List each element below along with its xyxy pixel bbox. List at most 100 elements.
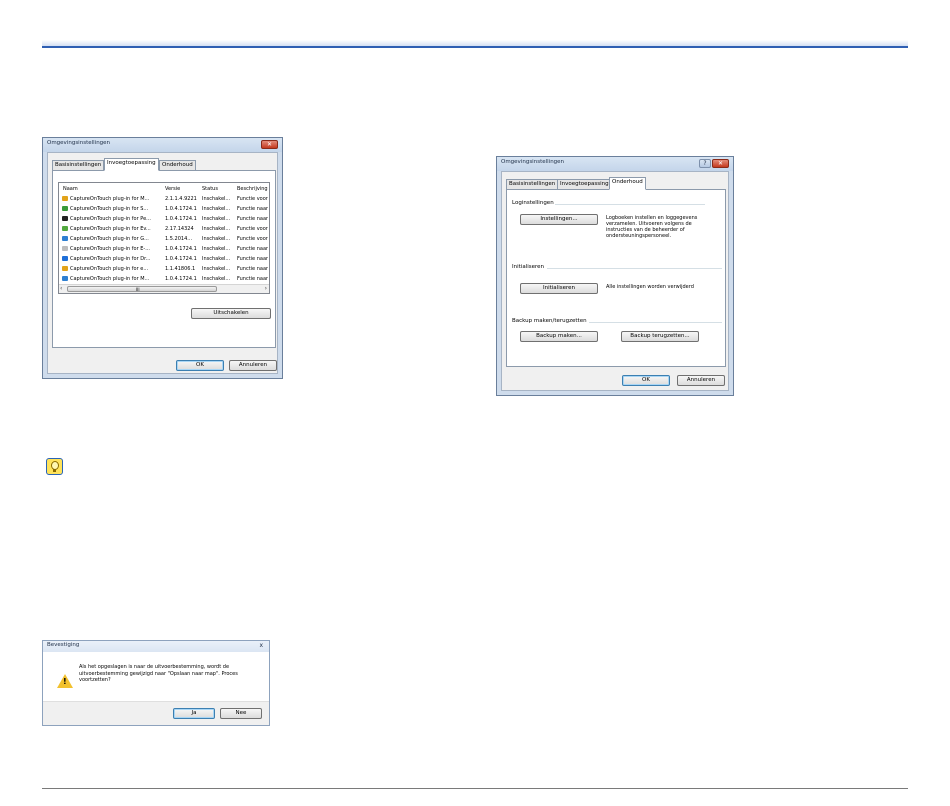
plugin-status: Inschakel... <box>202 226 231 232</box>
plugin-version: 2.17.14324 <box>165 226 194 232</box>
plugin-description: Functie naar <box>237 266 269 272</box>
plugin-icon <box>62 226 68 231</box>
plugin-list[interactable]: Naam Versie Status Beschrijving CaptureO… <box>58 182 270 294</box>
column-header-beschrijving[interactable]: Beschrijving <box>237 184 268 194</box>
confirm-window: Bevestiging x ! Als het opgeslagen is na… <box>42 640 270 726</box>
plugin-description: Functie voor <box>237 196 268 202</box>
window-title: Omgevingsinstellingen <box>47 140 111 146</box>
column-header-status[interactable]: Status <box>202 184 218 194</box>
window-body: Basisinstellingen Invoegtoepassing Onder… <box>501 171 729 391</box>
plugin-description: Functie naar <box>237 246 269 252</box>
cancel-button[interactable]: Annuleren <box>677 375 725 386</box>
init-description: Alle instellingen worden verwijderd <box>606 284 694 290</box>
column-header-naam[interactable]: Naam <box>63 184 78 194</box>
scroll-thumb[interactable]: III <box>67 286 217 292</box>
plugin-version: 1.1.41806.1 <box>165 266 196 272</box>
close-icon[interactable]: ✕ <box>261 140 278 149</box>
plugin-name: CaptureOnTouch plug-in for S... <box>70 206 149 212</box>
plugin-icon <box>62 256 68 261</box>
settings-button[interactable]: Instellingen... <box>520 214 598 225</box>
plugin-name: CaptureOnTouch plug-in for Dr... <box>70 256 151 262</box>
restore-button[interactable]: Backup terugzetten... <box>621 331 699 342</box>
plugin-status: Inschakel... <box>202 216 231 222</box>
window-title: Bevestiging <box>47 642 80 648</box>
log-group-line <box>555 204 705 205</box>
scroll-left-icon[interactable]: ‹ <box>60 285 62 293</box>
ok-button[interactable]: OK <box>622 375 670 386</box>
column-header-versie[interactable]: Versie <box>165 184 180 194</box>
window-title: Omgevingsinstellingen <box>501 159 565 165</box>
log-group-label: Loginstellingen <box>512 200 554 206</box>
plugin-version: 1.0.4.1724.1 <box>165 276 197 282</box>
plugin-name: CaptureOnTouch plug-in for Ev... <box>70 226 151 232</box>
no-button[interactable]: Nee <box>220 708 262 719</box>
plugin-status: Inschakel... <box>202 236 231 242</box>
tab-invoegtoepassing[interactable]: Invoegtoepassing <box>104 158 159 171</box>
plugin-version: 2.1.1.4.9221 <box>165 196 197 202</box>
confirm-message: Als het opgeslagen is naar de uitvoerbes… <box>79 664 238 683</box>
plugin-icon <box>62 276 68 281</box>
plugin-description: Functie naar <box>237 206 269 212</box>
window-body: Basisinstellingen Invoegtoepassing Onder… <box>47 152 278 374</box>
tab-panel: Naam Versie Status Beschrijving CaptureO… <box>52 170 276 348</box>
close-icon[interactable]: ✕ <box>712 159 729 168</box>
yes-button[interactable]: Ja <box>173 708 215 719</box>
disable-button[interactable]: Uitschakelen <box>191 308 271 319</box>
plugin-name: CaptureOnTouch plug-in for G... <box>70 236 149 242</box>
backup-group-label: Backup maken/terugzetten <box>512 318 587 324</box>
table-row[interactable]: CaptureOnTouch plug-in for E-... <box>62 244 162 254</box>
initialize-button[interactable]: Initialiseren <box>520 283 598 294</box>
plugin-status: Inschakel... <box>202 266 231 272</box>
plugin-icon <box>62 266 68 271</box>
plugin-name: CaptureOnTouch plug-in for M... <box>70 276 150 282</box>
plugin-settings-window: Omgevingsinstellingen ✕ Basisinstellinge… <box>42 137 283 379</box>
plugin-version: 1.0.4.1724.1 <box>165 246 197 252</box>
header-rule <box>42 46 908 48</box>
button-bar: Ja Nee <box>43 701 269 725</box>
plugin-version: 1.0.4.1724.1 <box>165 206 197 212</box>
table-row[interactable]: CaptureOnTouch plug-in for Pe... <box>62 214 162 224</box>
log-description: Logboeken instellen en loggegevens verza… <box>606 215 698 239</box>
plugin-icon <box>62 246 68 251</box>
plugin-status: Inschakel... <box>202 206 231 212</box>
plugin-name: CaptureOnTouch plug-in for e... <box>70 266 149 272</box>
footer-rule <box>42 788 908 789</box>
backup-group-line <box>589 322 722 323</box>
plugin-status: Inschakel... <box>202 276 231 282</box>
plugin-name: CaptureOnTouch plug-in for M... <box>70 196 150 202</box>
plugin-name: CaptureOnTouch plug-in for Pe... <box>70 216 151 222</box>
lightbulb-icon <box>46 458 63 475</box>
title-bar: Bevestiging x <box>43 641 269 652</box>
plugin-name: CaptureOnTouch plug-in for E-... <box>70 246 150 252</box>
plugin-description: Functie naar <box>237 216 269 222</box>
title-bar: Omgevingsinstellingen ✕ <box>43 138 282 152</box>
plugin-icon <box>62 236 68 241</box>
warning-mark: ! <box>63 677 67 686</box>
title-bar: Omgevingsinstellingen ? ✕ <box>497 157 733 171</box>
cancel-button[interactable]: Annuleren <box>229 360 277 371</box>
horizontal-scrollbar[interactable]: ‹ III › <box>59 284 269 293</box>
table-row[interactable]: CaptureOnTouch plug-in for e... <box>62 264 162 274</box>
plugin-status: Inschakel... <box>202 256 231 262</box>
table-row[interactable]: CaptureOnTouch plug-in for Ev... <box>62 224 162 234</box>
plugin-description: Functie voor <box>237 226 268 232</box>
close-icon[interactable]: x <box>259 642 263 649</box>
plugin-icon <box>62 196 68 201</box>
plugin-version: 1.5.2014... <box>165 236 193 242</box>
tab-onderhoud[interactable]: Onderhoud <box>609 177 646 190</box>
plugin-description: Functie naar <box>237 276 269 282</box>
table-row[interactable]: CaptureOnTouch plug-in for M... <box>62 194 162 204</box>
plugin-icon <box>62 206 68 211</box>
table-row[interactable]: CaptureOnTouch plug-in for Dr... <box>62 254 162 264</box>
help-icon[interactable]: ? <box>699 159 711 168</box>
plugin-status: Inschakel... <box>202 196 231 202</box>
table-row[interactable]: CaptureOnTouch plug-in for S... <box>62 204 162 214</box>
backup-button[interactable]: Backup maken... <box>520 331 598 342</box>
ok-button[interactable]: OK <box>176 360 224 371</box>
table-row[interactable]: CaptureOnTouch plug-in for G... <box>62 234 162 244</box>
maintenance-settings-window: Omgevingsinstellingen ? ✕ Basisinstellin… <box>496 156 734 396</box>
table-row[interactable]: CaptureOnTouch plug-in for M... <box>62 274 162 284</box>
scroll-right-icon[interactable]: › <box>265 285 267 293</box>
init-group-label: Initialiseren <box>512 264 545 270</box>
init-group-line <box>547 268 722 269</box>
